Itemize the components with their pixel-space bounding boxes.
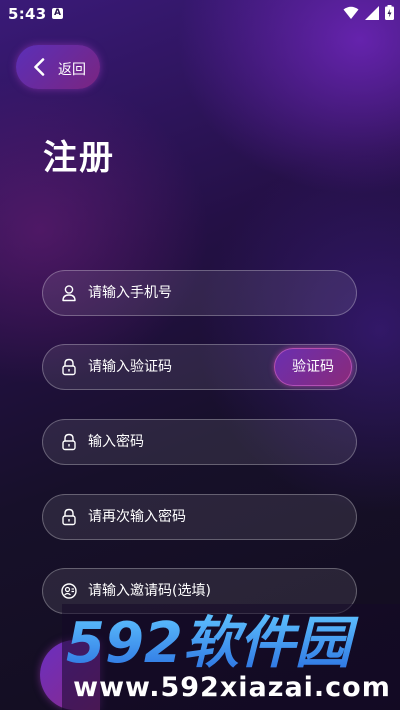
contact-icon [61, 583, 77, 599]
verification-code-field[interactable]: 验证码 [42, 344, 357, 390]
watermark-url: www.592xiazai.com [73, 672, 391, 703]
wifi-icon [343, 6, 359, 19]
status-bar: 5:43 A [0, 0, 400, 28]
chevron-left-icon [34, 58, 45, 76]
phone-field[interactable] [42, 270, 357, 316]
back-button-label: 返回 [58, 62, 86, 78]
lock-icon [62, 358, 76, 376]
notification-icon: A [52, 8, 63, 19]
back-button[interactable]: 返回 [16, 45, 100, 89]
status-icons [343, 5, 394, 20]
status-time: 5:43 [8, 5, 47, 23]
get-code-button[interactable]: 验证码 [274, 348, 352, 386]
signal-icon [365, 5, 379, 20]
battery-icon [385, 5, 394, 20]
watermark-logo-number: 592软件园 [66, 611, 359, 672]
lock-icon [62, 508, 76, 526]
password-field[interactable] [42, 419, 357, 465]
confirm-password-input[interactable] [88, 495, 308, 539]
user-icon [62, 285, 76, 302]
page-title: 注册 [43, 138, 115, 178]
confirm-password-field[interactable] [42, 494, 357, 540]
watermark: 592软件园 www.592xiazai.com [62, 604, 400, 710]
password-input[interactable] [88, 420, 308, 464]
phone-input[interactable] [88, 271, 308, 315]
lock-icon [62, 433, 76, 451]
watermark-logo: 592软件园 [66, 611, 359, 672]
